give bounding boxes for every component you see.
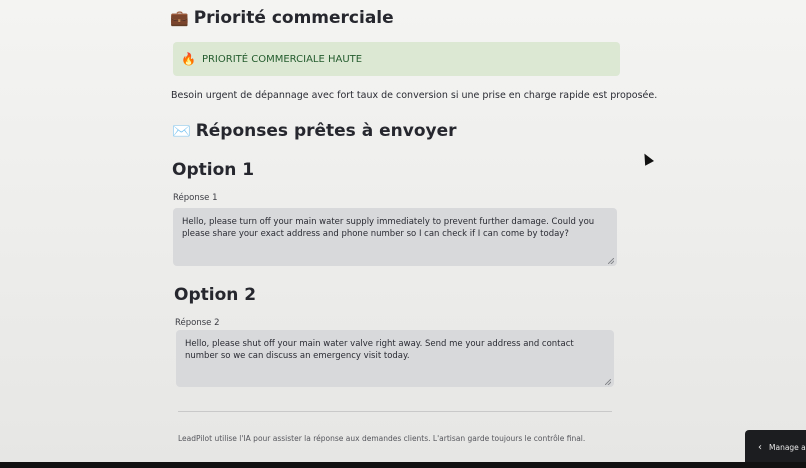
briefcase-icon: 💼 [170, 9, 189, 27]
envelope-icon: ✉️ [172, 122, 191, 140]
responses-title: Réponses prêtes à envoyer [195, 121, 457, 141]
screen-bezel [0, 462, 806, 468]
priority-description: Besoin urgent de dépannage avec fort tau… [171, 90, 658, 101]
footer-divider [178, 411, 612, 412]
footer-disclaimer: LeadPilot utilise l'IA pour assister la … [178, 434, 586, 443]
priority-alert: 🔥 PRIORITÉ COMMERCIALE HAUTE [173, 42, 620, 76]
response-2-text: Hello, please shut off your main water v… [185, 339, 574, 361]
commercial-priority-heading: 💼 Priorité commerciale [170, 8, 394, 28]
manage-app-button[interactable]: ‹ Manage a [745, 430, 806, 464]
response-2-textarea[interactable]: Hello, please shut off your main water v… [176, 330, 614, 387]
chevron-left-icon: ‹ [758, 441, 762, 453]
responses-heading: ✉️ Réponses prêtes à envoyer [172, 121, 457, 141]
response-1-textarea[interactable]: Hello, please turn off your main water s… [173, 208, 617, 266]
response-1-text: Hello, please turn off your main water s… [182, 217, 595, 239]
commercial-priority-title: Priorité commerciale [193, 8, 394, 28]
option-1-title: Option 1 [172, 160, 255, 180]
resize-handle-icon[interactable] [608, 258, 614, 264]
manage-app-label: Manage a [769, 442, 806, 452]
mouse-cursor-icon [640, 151, 654, 166]
resize-handle-icon[interactable] [605, 379, 611, 385]
fire-icon: 🔥 [181, 52, 196, 66]
response-1-label: Réponse 1 [173, 193, 218, 203]
response-2-label: Réponse 2 [175, 318, 220, 328]
app-screen: 💼 Priorité commerciale 🔥 PRIORITÉ COMMER… [0, 0, 806, 468]
priority-alert-text: PRIORITÉ COMMERCIALE HAUTE [201, 53, 363, 65]
option-2-title: Option 2 [174, 285, 257, 305]
